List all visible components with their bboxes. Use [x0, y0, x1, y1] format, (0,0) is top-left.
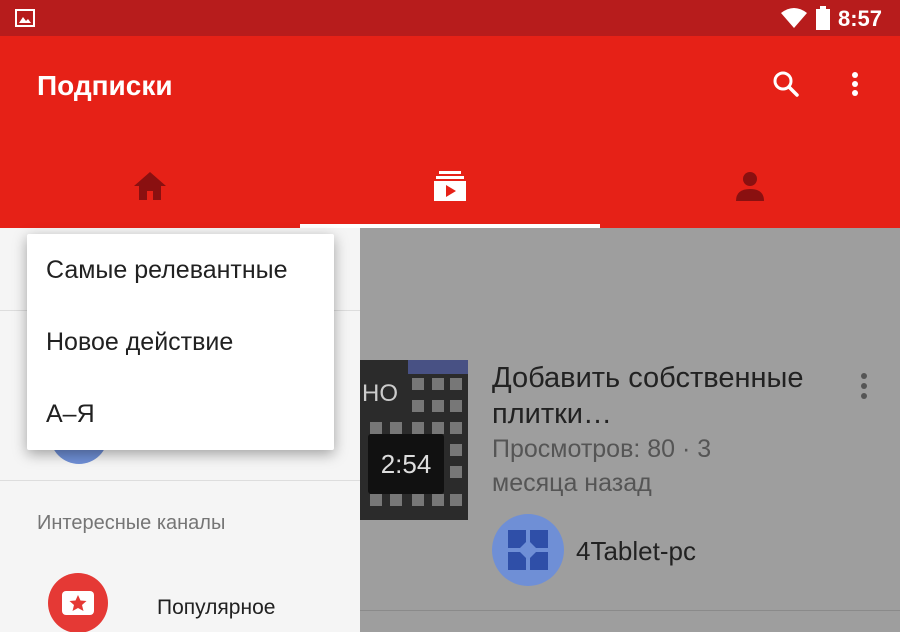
- video-title[interactable]: Добавить собственные плитки…: [492, 360, 832, 432]
- thumbnail-text: НО: [362, 380, 398, 407]
- divider: [360, 610, 900, 611]
- battery-icon: [816, 6, 830, 30]
- more-vert-icon[interactable]: [850, 368, 878, 404]
- list-item[interactable]: Популярное: [0, 568, 360, 632]
- video-meta: Просмотров: 80 · 3 месяца назад: [492, 435, 712, 497]
- channel-icon: [48, 573, 108, 632]
- wifi-icon: [781, 8, 807, 28]
- tablet-logo-icon: [508, 530, 548, 570]
- more-vert-icon[interactable]: [840, 66, 870, 102]
- uploader-avatar[interactable]: [492, 514, 564, 586]
- sort-menu: Самые релевантные Новое действие А–Я: [27, 234, 334, 450]
- app-bar: Подписки: [0, 36, 900, 228]
- tab-home[interactable]: [0, 144, 300, 228]
- section-title: Интересные каналы: [37, 512, 226, 534]
- divider: [0, 480, 360, 481]
- menu-item-most-relevant[interactable]: Самые релевантные: [27, 234, 334, 306]
- star-icon: [62, 591, 94, 615]
- video-thumbnail[interactable]: НО 2:54: [360, 360, 468, 520]
- tab-subscriptions[interactable]: [300, 144, 600, 228]
- uploader-name[interactable]: 4Tablet-pc: [576, 536, 696, 567]
- subscriptions-icon: [434, 171, 466, 201]
- clock: 8:57: [838, 6, 883, 31]
- search-icon[interactable]: [768, 66, 804, 102]
- menu-item-a-z[interactable]: А–Я: [27, 378, 334, 450]
- account-icon: [736, 172, 764, 201]
- page-title: Подписки: [37, 70, 173, 101]
- tab-bar: [0, 144, 900, 228]
- image-icon: [15, 9, 35, 27]
- duration-badge: 2:54: [368, 434, 444, 494]
- channel-name: Популярное: [157, 596, 276, 619]
- tab-account[interactable]: [600, 144, 900, 228]
- menu-item-new-activity[interactable]: Новое действие: [27, 306, 334, 378]
- home-icon: [134, 172, 166, 200]
- status-bar: 8:57: [0, 0, 900, 36]
